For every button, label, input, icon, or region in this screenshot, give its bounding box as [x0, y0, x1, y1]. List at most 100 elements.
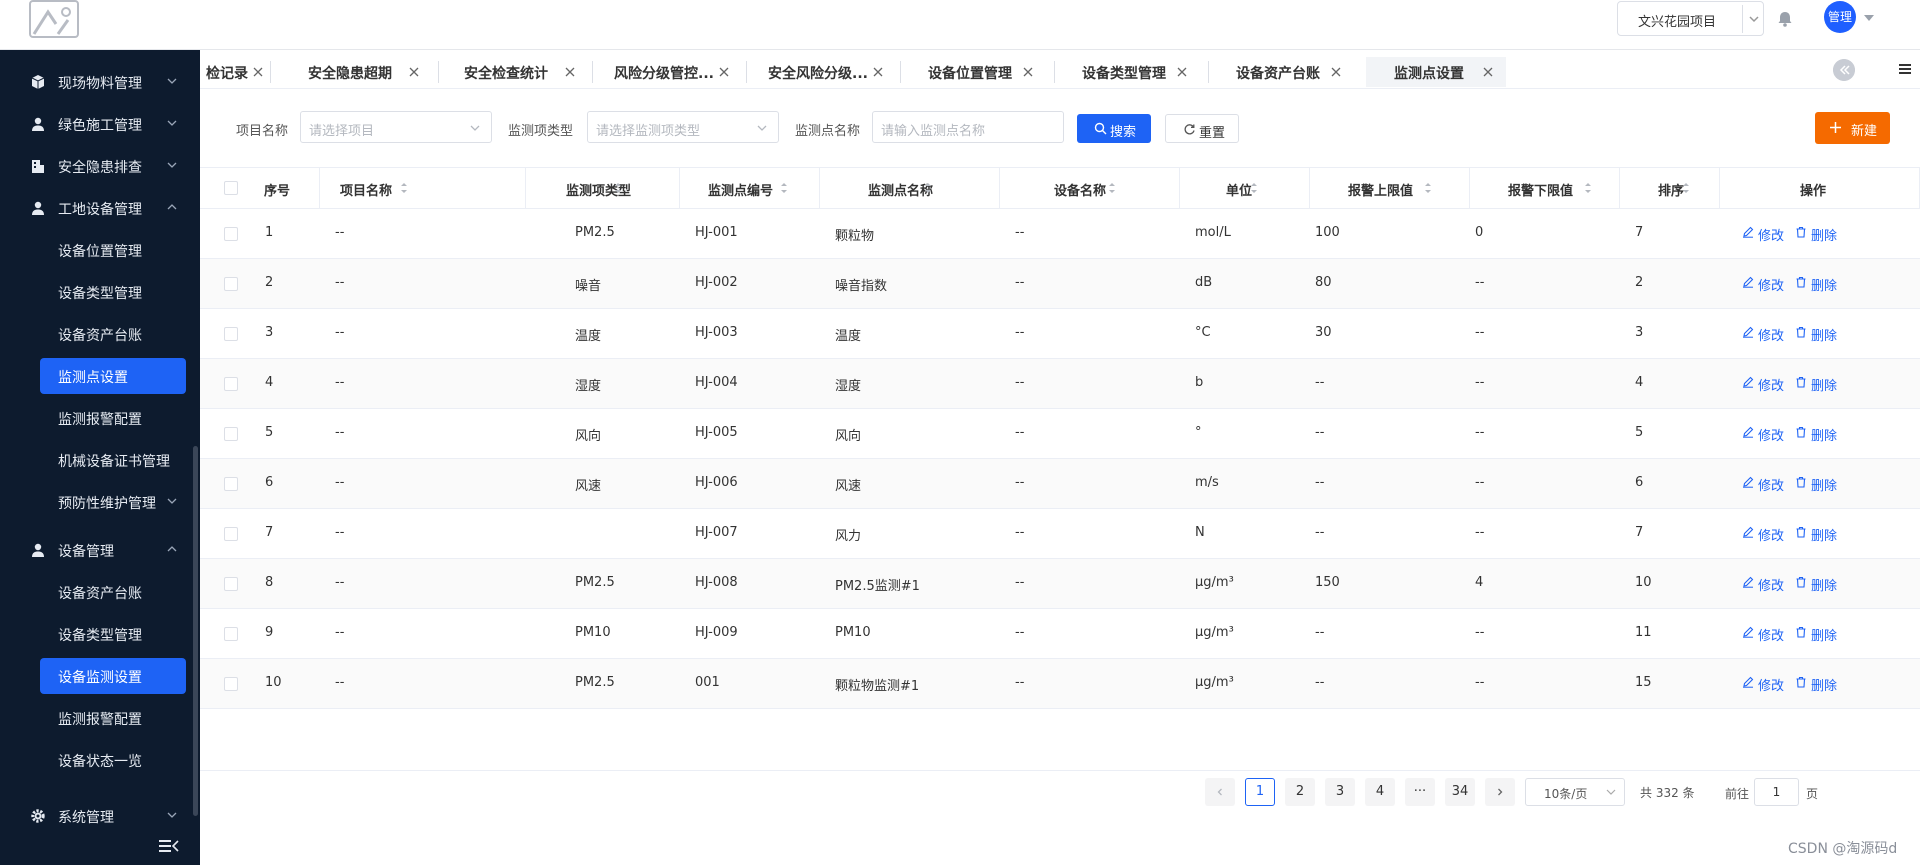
sidebar-sub-item-label: 监测报警配置	[58, 412, 142, 428]
table-cell: 颗粒物监测#1	[835, 679, 920, 694]
column-header[interactable]: 监测项类型	[526, 168, 680, 209]
tab[interactable]: 设备位置管理	[904, 57, 1054, 87]
goto-page-input[interactable]: 1	[1754, 778, 1799, 806]
close-icon[interactable]	[564, 66, 576, 78]
column-header[interactable]: 设备名称	[1000, 168, 1180, 209]
page-size-select[interactable]: 10条/页	[1525, 778, 1625, 806]
tab[interactable]: 风险分级管控...	[596, 57, 746, 87]
page-button[interactable]: 2	[1285, 778, 1315, 806]
page-button[interactable]: 1	[1245, 778, 1275, 806]
sidebar-sub-item[interactable]: 设备类型管理	[40, 616, 186, 652]
page-button[interactable]: ···	[1405, 778, 1435, 806]
page-button[interactable]: 3	[1325, 778, 1355, 806]
edit-icon	[1743, 476, 1754, 488]
sidebar-sub-item[interactable]: 监测报警配置	[40, 400, 186, 436]
row-checkbox[interactable]	[224, 377, 238, 391]
refresh-icon	[1184, 124, 1195, 135]
edit-label: 修改	[1758, 629, 1785, 644]
type-filter-select[interactable]: 请选择监测项类型	[587, 111, 779, 143]
project-filter-select[interactable]: 请选择项目	[300, 111, 492, 143]
sidebar-sub-item[interactable]: 预防性维护管理	[40, 484, 186, 520]
sidebar-sub-item[interactable]: 设备资产台账	[40, 574, 186, 610]
column-header[interactable]: 项目名称	[260, 168, 526, 209]
sidebar-sub-item[interactable]: 设备资产台账	[40, 316, 186, 352]
table-cell: --	[1315, 525, 1325, 540]
sidebar-group[interactable]: 工地设备管理	[0, 190, 200, 226]
avatar[interactable]: 管理	[1824, 1, 1856, 33]
row-checkbox[interactable]	[224, 227, 238, 241]
row-checkbox[interactable]	[224, 277, 238, 291]
reset-button[interactable]: 重置	[1165, 114, 1239, 143]
close-icon[interactable]	[252, 66, 264, 78]
column-header[interactable]: 单位	[1180, 168, 1310, 209]
close-icon[interactable]	[1022, 66, 1034, 78]
table-cell: HJ-001	[695, 225, 738, 240]
close-icon[interactable]	[872, 66, 884, 78]
caret-down-icon[interactable]	[1863, 13, 1875, 23]
column-header[interactable]: 监测点名称	[820, 168, 1000, 209]
column-header[interactable]: 报警下限值	[1470, 168, 1620, 209]
tabs-scroll-left-icon[interactable]	[1833, 59, 1855, 81]
sidebar-sub-item[interactable]: 设备监测设置	[40, 658, 186, 694]
sidebar-sub-item-label: 机械设备证书管理	[58, 454, 170, 470]
row-checkbox[interactable]	[224, 477, 238, 491]
point-name-input[interactable]: 请输入监测点名称	[872, 111, 1064, 143]
sidebar-sub-item[interactable]: 机械设备证书管理	[40, 442, 186, 478]
bell-icon[interactable]	[1776, 10, 1794, 28]
sidebar-group[interactable]: 现场物料管理	[0, 64, 200, 100]
sort-icon[interactable]	[780, 182, 788, 194]
prev-page-button[interactable]	[1205, 778, 1235, 806]
close-icon[interactable]	[408, 66, 420, 78]
search-button[interactable]: 搜索	[1077, 114, 1151, 143]
sort-icon[interactable]	[1108, 182, 1116, 194]
table-cell: --	[335, 475, 345, 490]
tab[interactable]: 监测点设置	[1366, 57, 1506, 87]
row-checkbox[interactable]	[224, 577, 238, 591]
close-icon[interactable]	[1330, 66, 1342, 78]
sort-icon[interactable]	[1424, 182, 1432, 194]
row-checkbox[interactable]	[224, 627, 238, 641]
row-checkbox[interactable]	[224, 427, 238, 441]
sidebar-sub-item[interactable]: 监测报警配置	[40, 700, 186, 736]
sidebar-sub-item[interactable]: 设备位置管理	[40, 232, 186, 268]
select-all-checkbox[interactable]	[224, 181, 238, 195]
page-button[interactable]: 4	[1365, 778, 1395, 806]
sidebar-group[interactable]: 设备管理	[0, 532, 200, 568]
project-select[interactable]: 文兴花园项目	[1617, 1, 1764, 36]
close-icon[interactable]	[1482, 66, 1494, 78]
row-checkbox[interactable]	[224, 327, 238, 341]
tab[interactable]: 安全风险分级...	[750, 57, 900, 87]
sort-icon[interactable]	[614, 182, 622, 194]
sidebar-sub-item[interactable]: 设备状态一览	[40, 742, 186, 778]
column-header[interactable]: 监测点编号	[680, 168, 820, 209]
sidebar-group[interactable]: 系统管理	[0, 798, 200, 834]
sort-icon[interactable]	[924, 182, 932, 194]
close-icon[interactable]	[718, 66, 730, 78]
next-page-button[interactable]	[1485, 778, 1515, 806]
sort-icon[interactable]	[1250, 182, 1258, 194]
sort-icon[interactable]	[1682, 182, 1690, 194]
column-header[interactable]: 排序	[1620, 168, 1720, 209]
table-cell: 15	[1635, 675, 1652, 690]
tab[interactable]: 设备类型管理	[1058, 57, 1208, 87]
sidebar-group[interactable]: 安全隐患排查	[0, 148, 200, 184]
collapse-sidebar-icon[interactable]	[158, 838, 180, 854]
column-header[interactable]: 报警上限值	[1310, 168, 1470, 209]
table-cell: 湿度	[835, 379, 862, 394]
sort-icon[interactable]	[1584, 182, 1592, 194]
sidebar-group[interactable]: 绿色施工管理	[0, 106, 200, 142]
tab[interactable]: 安全隐患超期	[288, 57, 438, 87]
tab[interactable]: 设备资产台账	[1212, 57, 1362, 87]
sidebar-sub-item[interactable]: 监测点设置	[40, 358, 186, 394]
row-checkbox[interactable]	[224, 527, 238, 541]
tab[interactable]: 检记录	[194, 57, 270, 87]
sort-icon[interactable]	[400, 182, 408, 194]
tab[interactable]: 安全检查统计	[442, 57, 592, 87]
row-checkbox[interactable]	[224, 677, 238, 691]
sidebar-scrollbar[interactable]	[193, 446, 198, 816]
sidebar-sub-item[interactable]: 设备类型管理	[40, 274, 186, 310]
close-icon[interactable]	[1176, 66, 1188, 78]
new-button[interactable]: 新建	[1815, 112, 1890, 144]
menu-icon[interactable]	[1898, 62, 1912, 76]
page-button[interactable]: 34	[1445, 778, 1475, 806]
